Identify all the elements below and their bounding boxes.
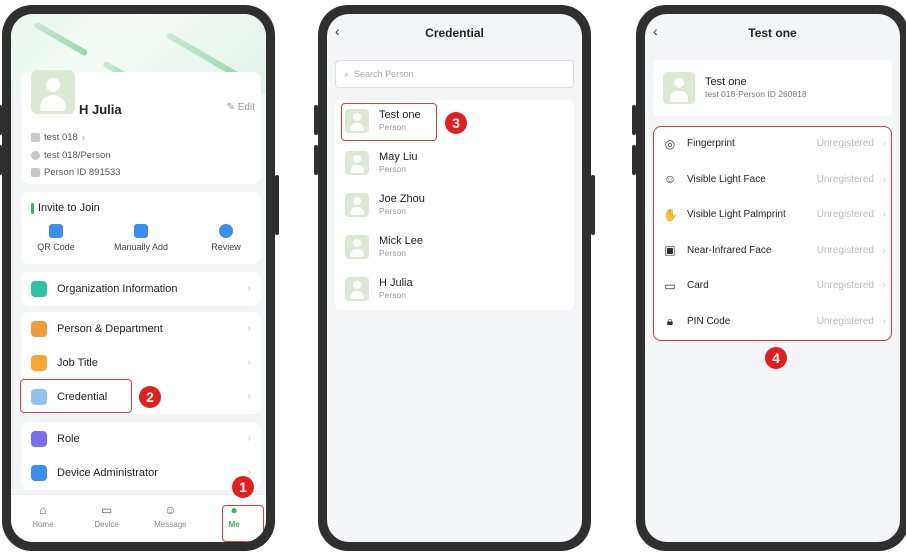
nav-bar: ‹ Credential [327,14,582,52]
message-icon: ☺ [164,503,177,517]
callout-box-me [222,505,264,542]
callout-box-credential [20,379,132,413]
search-input[interactable]: ⌕ Search Person [335,60,574,88]
callout-number-3: 3 [445,112,467,134]
person-name: Test one [705,76,747,88]
role-icon [31,431,47,447]
person-details: test 018·Person ID 260818 [705,89,807,99]
manual-add-icon [134,224,148,238]
search-icon: ⌕ [344,68,350,79]
list-item[interactable]: H Julia Person [335,268,574,310]
manually-add-button[interactable]: Manually Add [106,224,176,252]
chevron-right-icon: › [247,323,251,334]
credential-screen: ‹ Credential ⌕ Search Person Test one Per… [327,14,582,542]
review-icon [219,224,233,238]
building-icon [31,133,40,142]
back-icon[interactable]: ‹ [335,23,340,39]
chevron-right-icon: › [247,391,251,402]
avatar [345,235,369,259]
me-screen: H Julia ✎ Edit test 018 › test 018/Person… [11,14,266,542]
menu-item-job-title[interactable]: Job Title › [21,346,261,380]
callout-box-credentials [653,126,892,341]
phone-credential-screen: ‹ Credential ⌕ Search Person Test one Per… [314,5,595,551]
edit-label: Edit [237,102,255,113]
person-detail-screen: ‹ Test one Test one test 018·Person ID 2… [645,14,900,542]
person-icon [31,151,40,160]
page-title: Test one [748,26,797,40]
org-label: test 018 [44,132,78,143]
id-line: Person ID 891533 [31,167,121,178]
phone-me-screen: H Julia ✎ Edit test 018 › test 018/Person… [0,5,279,551]
list-item[interactable]: Mick Lee Person [335,226,574,268]
pen-icon: ✎ [226,102,235,113]
menu-item-person-department[interactable]: Person & Department › [21,312,261,346]
dept-line: test 018/Person [31,150,111,161]
avatar [345,193,369,217]
invite-card: Invite to Join QR Code Manually Add Revi… [21,192,261,264]
edit-button[interactable]: ✎ Edit [227,102,255,113]
home-icon: ⌂ [39,503,47,517]
person-id-label: Person ID 891533 [44,167,121,178]
profile-name: H Julia [79,102,122,117]
chevron-right-icon: › [81,132,85,143]
list-item[interactable]: May Liu Person [335,142,574,184]
device-administrator-icon [31,465,47,481]
organization-icon [31,281,47,297]
tab-home[interactable]: ⌂ Home [11,495,75,542]
profile-card[interactable]: H Julia ✎ Edit test 018 › test 018/Person… [21,70,261,184]
avatar [345,151,369,175]
qr-code-icon [49,224,63,238]
org-line[interactable]: test 018 › [31,132,85,143]
menu-item-organization[interactable]: Organization Information › [21,272,261,306]
device-icon: ▭ [100,503,113,517]
person-department-icon [31,321,47,337]
menu-item-device-administrator[interactable]: Device Administrator › [21,456,261,490]
review-button[interactable]: Review [191,224,261,252]
menu-group-admin: Role › Device Administrator › [21,422,261,490]
person-card: Test one test 018·Person ID 260818 [653,60,892,116]
search-placeholder: Search Person [354,69,414,79]
back-icon[interactable]: ‹ [653,23,658,39]
chevron-right-icon: › [247,357,251,368]
chevron-right-icon: › [247,283,251,294]
list-item[interactable]: Joe Zhou Person [335,184,574,226]
nav-bar: ‹ Test one [645,14,900,52]
job-title-icon [31,355,47,371]
callout-number-4: 4 [765,347,787,369]
id-card-icon [31,168,40,177]
avatar [31,70,75,114]
qr-code-button[interactable]: QR Code [21,224,91,252]
phone-person-detail-screen: ‹ Test one Test one test 018·Person ID 2… [632,5,906,551]
callout-number-1: 1 [232,476,254,498]
chevron-right-icon: › [247,433,251,444]
avatar [663,72,695,104]
tab-device[interactable]: ▭ Device [75,495,139,542]
callout-box-test-one [341,103,437,141]
avatar [345,277,369,301]
dept-label: test 018/Person [44,150,111,161]
page-title: Credential [425,26,484,40]
callout-number-2: 2 [139,386,161,408]
tab-message[interactable]: ☺ Message [139,495,203,542]
invite-title: Invite to Join [31,202,100,214]
menu-item-role[interactable]: Role › [21,422,261,456]
menu-group-org: Organization Information › [21,272,261,306]
